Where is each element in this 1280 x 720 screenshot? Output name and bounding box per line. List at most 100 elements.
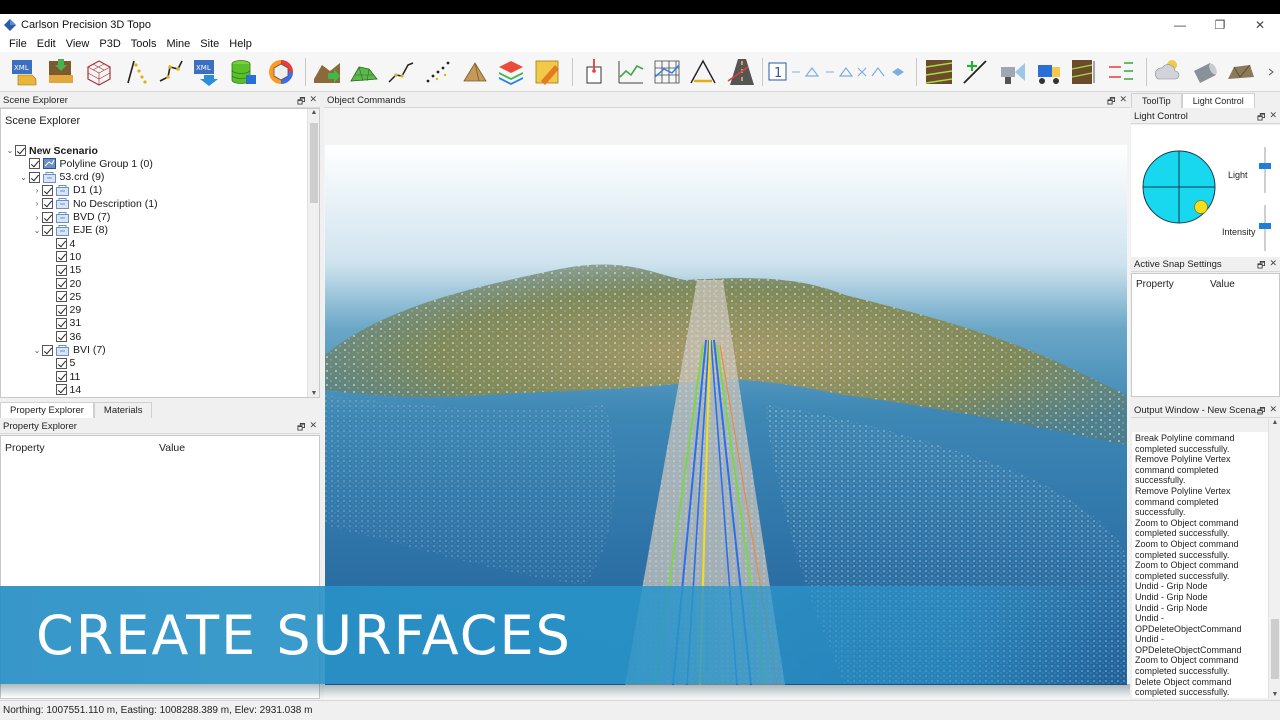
breakline-icon[interactable] bbox=[386, 57, 416, 87]
tree-item[interactable]: 15 bbox=[46, 264, 81, 277]
light-slider-thumb[interactable] bbox=[1259, 163, 1271, 169]
tree-item[interactable]: ⌄ EJE (8) bbox=[32, 224, 108, 237]
toolbar-overflow-icon[interactable] bbox=[1266, 57, 1278, 87]
number-one-icon[interactable]: 1 bbox=[768, 57, 788, 87]
cylinder-icon[interactable] bbox=[1190, 57, 1220, 87]
point-line-icon[interactable] bbox=[120, 57, 150, 87]
float-icon[interactable]: 🗗 bbox=[1257, 258, 1265, 274]
import-surface-icon[interactable] bbox=[46, 57, 76, 87]
light-direction-disc[interactable] bbox=[1141, 149, 1217, 225]
float-icon[interactable]: 🗗 bbox=[1257, 404, 1265, 420]
light-slider-track[interactable] bbox=[1264, 147, 1266, 193]
tab-light-control[interactable]: Light Control bbox=[1181, 93, 1255, 108]
stockpile-icon[interactable] bbox=[1226, 57, 1256, 87]
visibility-checkbox[interactable] bbox=[42, 198, 53, 210]
tree-item[interactable]: ⌄ New Scenario bbox=[5, 144, 98, 157]
visibility-checkbox[interactable] bbox=[55, 331, 67, 343]
station-icon[interactable] bbox=[580, 57, 610, 87]
tree-item[interactable]: 36 bbox=[46, 330, 81, 343]
visibility-checkbox[interactable] bbox=[55, 238, 67, 250]
close-panel-icon[interactable]: ✕ bbox=[1269, 404, 1277, 420]
tree-item[interactable]: 20 bbox=[46, 277, 81, 290]
scroll-up-icon[interactable]: ▲ bbox=[1269, 419, 1280, 426]
machine-icon[interactable] bbox=[1034, 57, 1064, 87]
menu-mine[interactable]: Mine bbox=[161, 38, 195, 50]
close-button[interactable]: ✕ bbox=[1240, 14, 1280, 36]
tree-item[interactable]: 29 bbox=[46, 304, 81, 317]
visibility-checkbox[interactable] bbox=[28, 158, 40, 170]
menu-tools[interactable]: Tools bbox=[126, 38, 162, 50]
visibility-checkbox[interactable] bbox=[15, 145, 26, 156]
expand-chevron-icon[interactable]: ⌄ bbox=[5, 146, 15, 155]
expand-chevron-icon[interactable]: ⌄ bbox=[19, 173, 29, 182]
close-panel-icon[interactable]: ✕ bbox=[1269, 110, 1277, 126]
output-scrollbar[interactable]: ▲ ▼ bbox=[1268, 419, 1280, 698]
visibility-checkbox[interactable] bbox=[42, 224, 53, 236]
tree-item[interactable]: 10 bbox=[46, 250, 81, 263]
menu-help[interactable]: Help bbox=[224, 38, 257, 50]
tree-scrollbar[interactable]: ▲ ▼ bbox=[307, 109, 319, 397]
tree-item[interactable]: › BVD (7) bbox=[32, 211, 111, 224]
close-panel-icon[interactable]: ✕ bbox=[1269, 258, 1277, 274]
road-design-icon[interactable] bbox=[724, 57, 754, 87]
template-icon[interactable] bbox=[688, 57, 718, 87]
float-icon[interactable]: 🗗 bbox=[297, 420, 305, 436]
visibility-checkbox[interactable] bbox=[55, 251, 67, 263]
surface-tile-icon[interactable] bbox=[924, 57, 954, 87]
sun-icon[interactable] bbox=[1194, 200, 1208, 214]
green-surface-icon[interactable] bbox=[349, 57, 379, 87]
sort-alpha-icon[interactable] bbox=[1106, 57, 1136, 87]
expand-chevron-icon[interactable]: › bbox=[32, 199, 42, 208]
scroll-thumb[interactable] bbox=[310, 123, 318, 203]
tree-item[interactable]: Polyline Group 1 (0) bbox=[19, 157, 153, 170]
tree-item[interactable]: 25 bbox=[46, 290, 81, 303]
scroll-down-icon[interactable]: ▼ bbox=[1269, 691, 1280, 698]
point-cloud-icon[interactable] bbox=[423, 57, 453, 87]
layers-icon[interactable] bbox=[496, 57, 526, 87]
close-panel-icon[interactable]: ✕ bbox=[309, 420, 317, 436]
intensity-slider-thumb[interactable] bbox=[1259, 223, 1271, 229]
weather-cloud-icon[interactable] bbox=[1152, 57, 1182, 87]
restore-button[interactable]: ❐ bbox=[1200, 14, 1240, 36]
expand-chevron-icon[interactable]: › bbox=[32, 213, 42, 222]
add-line-icon[interactable] bbox=[960, 57, 990, 87]
landxml-export-icon[interactable]: XML bbox=[192, 57, 222, 87]
tree-item[interactable]: 5 bbox=[46, 357, 75, 370]
menu-edit[interactable]: Edit bbox=[32, 38, 61, 50]
float-icon[interactable]: 🗗 bbox=[1257, 110, 1265, 126]
landxml-open-icon[interactable]: XML bbox=[10, 57, 40, 87]
minimize-button[interactable]: — bbox=[1160, 14, 1200, 36]
visibility-checkbox[interactable] bbox=[42, 184, 53, 196]
snap-tools-icon[interactable] bbox=[790, 57, 910, 87]
menu-p3d[interactable]: P3D bbox=[94, 38, 125, 50]
tab-tooltip[interactable]: ToolTip bbox=[1131, 93, 1182, 108]
visibility-checkbox[interactable] bbox=[55, 317, 67, 329]
profile-chart-icon[interactable] bbox=[616, 57, 646, 87]
tree-item[interactable]: 11 bbox=[46, 370, 80, 383]
tree-item[interactable]: 4 bbox=[46, 237, 75, 250]
surface-import-icon[interactable] bbox=[312, 57, 342, 87]
drone-scan-icon[interactable] bbox=[997, 57, 1027, 87]
scroll-down-icon[interactable]: ▼ bbox=[308, 390, 319, 397]
expand-chevron-icon[interactable]: ⌄ bbox=[32, 346, 42, 355]
visibility-checkbox[interactable] bbox=[55, 357, 67, 369]
menu-view[interactable]: View bbox=[61, 38, 95, 50]
cross-section-icon[interactable] bbox=[1070, 57, 1100, 87]
visibility-checkbox[interactable] bbox=[55, 291, 67, 303]
tab-materials[interactable]: Materials bbox=[93, 402, 153, 418]
edit-pencil-icon[interactable] bbox=[533, 57, 563, 87]
tree-item[interactable]: › No Description (1) bbox=[32, 197, 158, 210]
tree-item[interactable]: 14 bbox=[46, 383, 81, 396]
tree-item[interactable]: ⌄ BVI (7) bbox=[32, 344, 106, 357]
visibility-checkbox[interactable] bbox=[55, 278, 67, 289]
volume-icon[interactable] bbox=[460, 57, 490, 87]
polyline-icon[interactable] bbox=[156, 57, 186, 87]
database-icon[interactable] bbox=[228, 57, 258, 87]
expand-chevron-icon[interactable]: › bbox=[32, 186, 42, 195]
visibility-checkbox[interactable] bbox=[55, 264, 67, 276]
visibility-checkbox[interactable] bbox=[28, 171, 40, 183]
tab-property-explorer[interactable]: Property Explorer bbox=[0, 402, 94, 418]
menu-file[interactable]: File bbox=[4, 38, 32, 50]
mesh-cube-icon[interactable] bbox=[84, 57, 114, 87]
tree-item[interactable]: 31 bbox=[46, 317, 81, 330]
